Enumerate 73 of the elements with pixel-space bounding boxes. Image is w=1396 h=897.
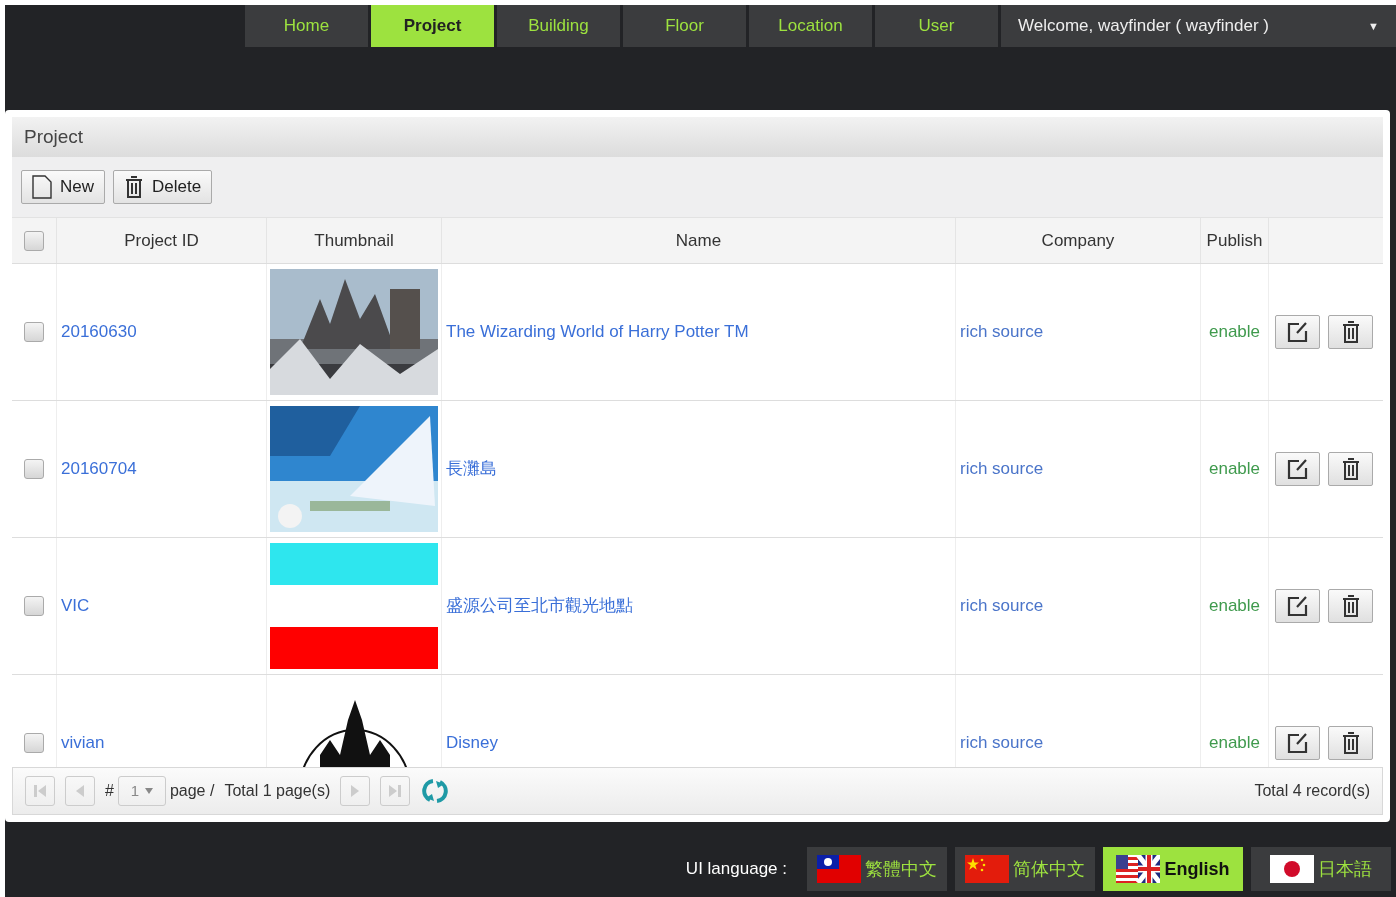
column-header: Project ID: [124, 229, 199, 252]
publish-status: enable: [1208, 458, 1261, 481]
publish-status: enable: [1208, 732, 1261, 755]
project-name-link[interactable]: 盛源公司至北市觀光地點: [446, 593, 633, 619]
company-cell-text: rich source: [960, 458, 1044, 481]
caret-icon: ▼: [1368, 17, 1379, 35]
nav-tab[interactable]: Floor: [623, 5, 746, 47]
project-id-link[interactable]: vivian: [61, 730, 105, 756]
trash-icon: [1340, 594, 1361, 618]
edit-button[interactable]: [1275, 726, 1320, 760]
panel-title: Project: [12, 117, 1383, 157]
first-page-icon: [32, 783, 48, 799]
project-id-link[interactable]: 20160704: [61, 456, 137, 482]
flag-icon: [965, 855, 1009, 883]
checkbox[interactable]: [24, 230, 44, 251]
publish-status: enable: [1208, 595, 1261, 618]
column-header: Company: [1041, 229, 1115, 252]
language-button[interactable]: 日本語: [1251, 847, 1391, 891]
language-button[interactable]: 简体中文: [955, 847, 1095, 891]
edit-icon: [1286, 458, 1309, 480]
column-header: Name: [675, 229, 722, 252]
project-id-link[interactable]: VIC: [61, 593, 90, 619]
page-label: page /: [169, 781, 215, 801]
language-button[interactable]: English: [1103, 847, 1243, 891]
checkbox[interactable]: [24, 459, 44, 479]
project-id-link[interactable]: 20160630: [61, 319, 137, 345]
language-button[interactable]: 繁體中文: [807, 847, 947, 891]
refresh-button[interactable]: [420, 776, 451, 806]
company-cell-text: rich source: [960, 595, 1044, 618]
nav-tab[interactable]: User: [875, 5, 998, 47]
edit-button[interactable]: [1275, 589, 1320, 623]
edit-icon: [1286, 732, 1309, 754]
project-name-link[interactable]: 長灘島: [446, 456, 497, 482]
total-pages: Total 1 page(s): [224, 781, 331, 801]
checkbox[interactable]: [24, 322, 44, 342]
document-icon: [32, 175, 52, 199]
delete-button[interactable]: Delete: [113, 170, 213, 204]
checkbox[interactable]: [24, 596, 44, 616]
nav-tab[interactable]: Building: [497, 5, 620, 47]
hash-label: #: [105, 781, 114, 801]
trash-icon: [124, 175, 144, 199]
refresh-icon: [422, 778, 449, 804]
trash-icon: [1340, 731, 1361, 755]
trash-icon: [1340, 320, 1361, 344]
caret-icon: [145, 788, 154, 794]
company-cell-text: rich source: [960, 732, 1044, 755]
column-header: Publish: [1206, 229, 1263, 252]
last-page-icon: [387, 783, 404, 799]
column-header: Thumbnail: [314, 229, 394, 252]
nav-tab[interactable]: Location: [749, 5, 872, 47]
edit-icon: [1286, 595, 1309, 617]
edit-button[interactable]: [1275, 452, 1320, 486]
edit-button[interactable]: [1275, 315, 1320, 349]
delete-row-button[interactable]: [1328, 726, 1373, 760]
delete-row-button[interactable]: [1328, 452, 1373, 486]
nav-tab[interactable]: Project: [371, 5, 494, 47]
flag-icon: [1116, 855, 1161, 883]
company-cell-text: rich source: [960, 321, 1044, 344]
delete-row-button[interactable]: [1328, 315, 1373, 349]
trash-icon: [1340, 457, 1361, 481]
flag-icon: [817, 855, 861, 883]
user-menu[interactable]: Welcome, wayfinder ( wayfinder ) ▼: [1001, 5, 1396, 47]
project-name-link[interactable]: Disney: [446, 730, 498, 756]
nav-tab[interactable]: Home: [245, 5, 368, 47]
new-button[interactable]: New: [21, 170, 105, 204]
ui-language-label: UI language :: [685, 858, 787, 881]
delete-row-button[interactable]: [1328, 589, 1373, 623]
total-records: Total 4 record(s): [1254, 781, 1370, 801]
checkbox[interactable]: [24, 733, 44, 753]
publish-status: enable: [1208, 321, 1261, 344]
edit-icon: [1286, 321, 1309, 343]
flag-icon: [1270, 855, 1314, 883]
project-name-link[interactable]: The Wizarding World of Harry Potter TM: [446, 319, 749, 345]
